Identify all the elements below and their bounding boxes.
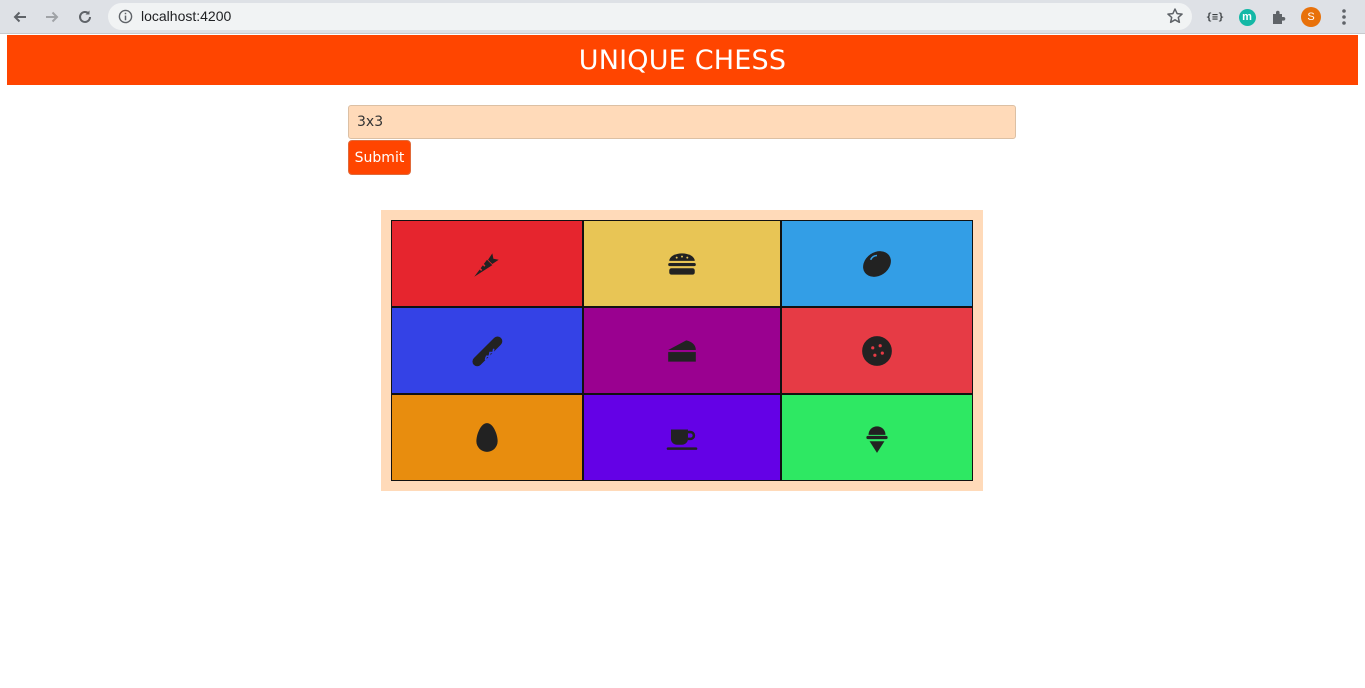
submit-button[interactable]: Submit (348, 140, 411, 175)
board-cell[interactable] (583, 307, 781, 394)
board-cell[interactable] (781, 307, 973, 394)
hotdog-icon (472, 335, 503, 366)
hamburger-icon (668, 252, 696, 275)
board-cell[interactable] (583, 394, 781, 481)
address-bar[interactable]: localhost:4200 (108, 3, 1192, 30)
app-header: UNIQUE CHESS (7, 35, 1358, 85)
board-size-input[interactable] (348, 105, 1016, 139)
site-info-icon[interactable] (118, 9, 133, 24)
carrot-icon (474, 252, 499, 277)
json-extension-icon: {≡} (1205, 11, 1225, 23)
forward-button[interactable] (40, 5, 64, 29)
page-title: UNIQUE CHESS (578, 44, 787, 76)
board-cell[interactable] (391, 307, 583, 394)
profile-button[interactable]: S (1300, 6, 1322, 28)
ice-cream-icon (866, 425, 888, 453)
egg-icon (476, 422, 498, 452)
board-container (381, 210, 983, 491)
board-cell[interactable] (781, 394, 973, 481)
board-cell[interactable] (583, 220, 781, 307)
json-extension-button[interactable]: {≡} (1204, 6, 1226, 28)
m-extension-icon: m (1238, 8, 1256, 26)
browser-toolbar: localhost:4200 {≡} m S (0, 0, 1365, 34)
lemon-icon (863, 250, 891, 277)
back-button[interactable] (8, 5, 32, 29)
avatar: S (1301, 7, 1321, 27)
cheese-icon (668, 339, 696, 362)
coffee-icon (666, 429, 698, 450)
back-arrow-icon (13, 11, 26, 23)
reload-icon (79, 10, 91, 23)
board-cell[interactable] (391, 220, 583, 307)
forward-arrow-icon (46, 11, 59, 23)
puzzle-icon (1273, 10, 1286, 24)
kebab-menu-icon (1342, 9, 1346, 25)
board-cell[interactable] (391, 394, 583, 481)
game-board (391, 220, 973, 481)
board-cell[interactable] (781, 220, 973, 307)
url-text: localhost:4200 (141, 8, 232, 24)
cookie-icon (862, 335, 892, 366)
extensions-button[interactable] (1268, 6, 1290, 28)
browser-menu-button[interactable] (1333, 6, 1355, 28)
m-extension-button[interactable]: m (1236, 6, 1258, 28)
bookmark-star-icon[interactable] (1166, 7, 1184, 25)
reload-button[interactable] (73, 5, 97, 29)
